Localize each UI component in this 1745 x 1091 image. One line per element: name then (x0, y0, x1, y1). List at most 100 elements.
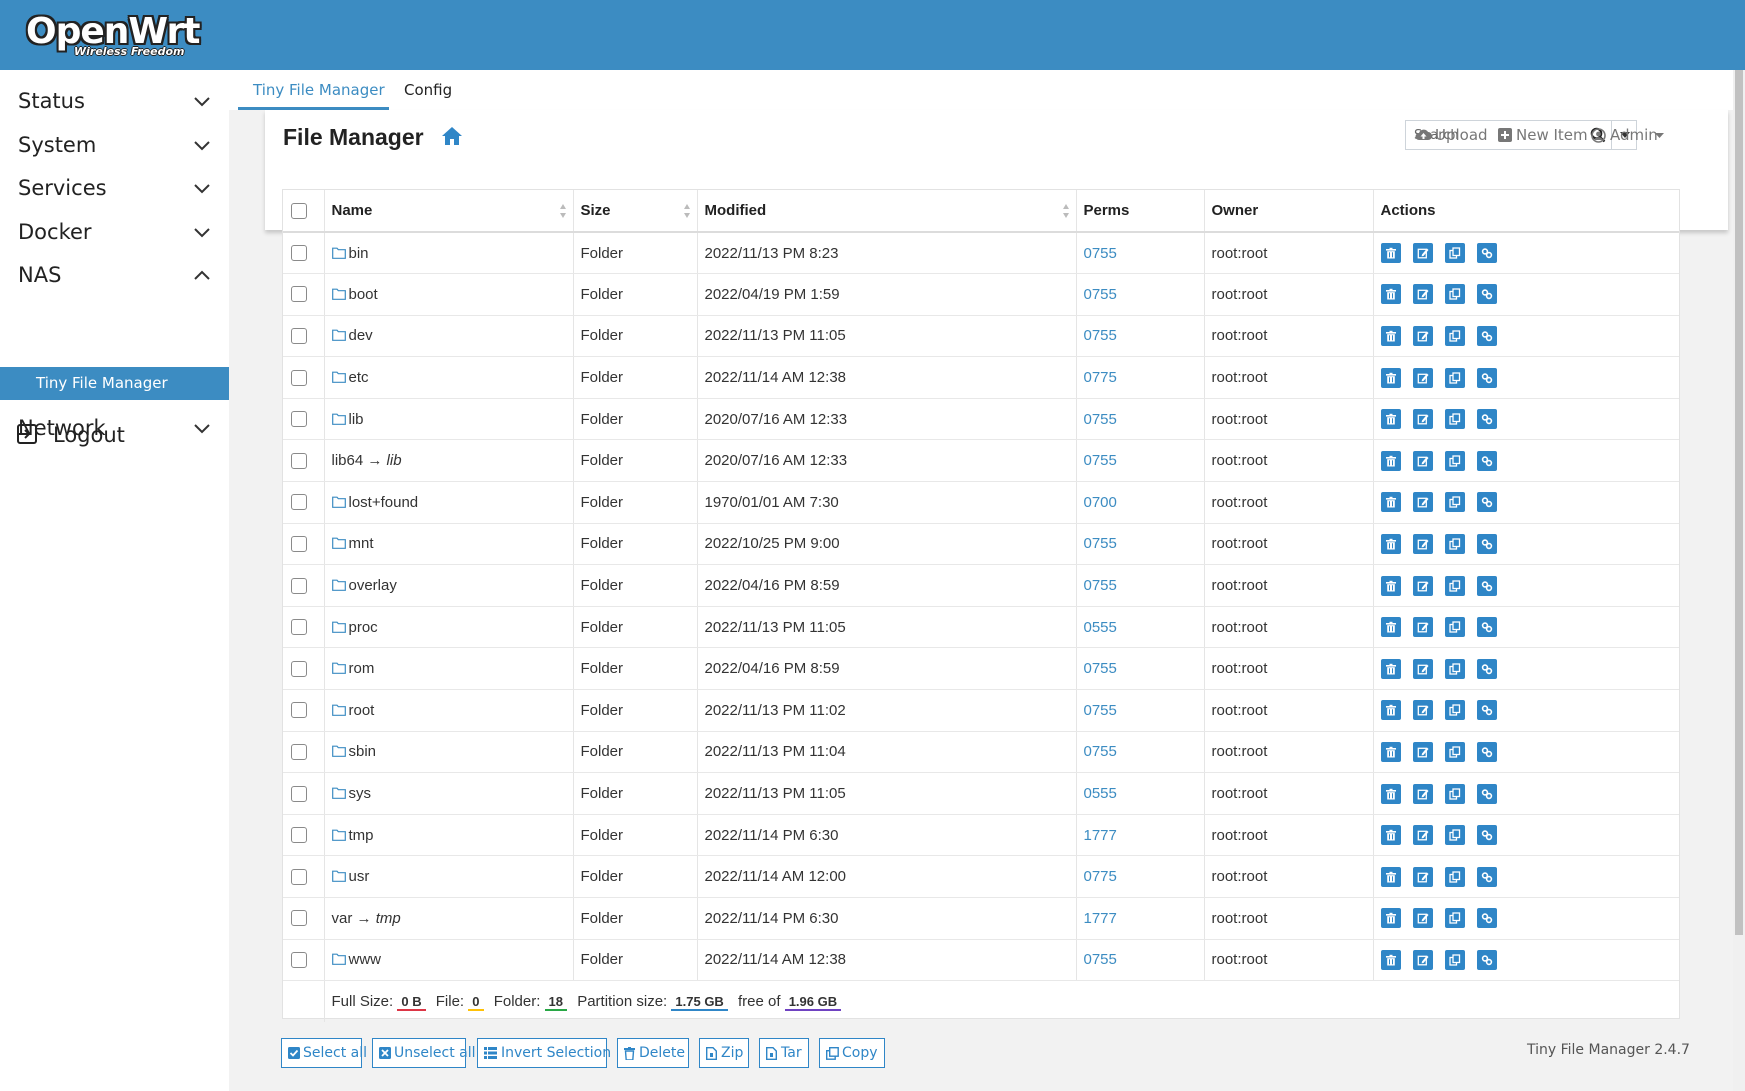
perms-link[interactable]: 0755 (1084, 535, 1117, 552)
file-name[interactable]: bin (349, 245, 369, 262)
table-row[interactable]: var → tmp Folder 2022/11/14 PM 6:30 1777 roo… (283, 897, 1679, 940)
perms-link[interactable]: 0755 (1084, 577, 1117, 594)
delete-action-button[interactable] (1380, 575, 1401, 596)
delete-action-button[interactable] (1380, 949, 1401, 970)
perms-link[interactable]: 0755 (1084, 286, 1117, 303)
sidebar-subitem-tiny-file-manager[interactable]: Tiny File Manager (0, 367, 229, 400)
copy-action-button[interactable] (1444, 783, 1465, 804)
file-name[interactable]: lib64 (332, 452, 364, 469)
perms-link[interactable]: 0755 (1084, 245, 1117, 262)
tab-config[interactable]: Config (396, 70, 466, 110)
link-action-button[interactable] (1476, 533, 1497, 554)
delete-action-button[interactable] (1380, 825, 1401, 846)
rename-action-button[interactable] (1412, 243, 1433, 264)
rename-action-button[interactable] (1412, 825, 1433, 846)
copy-action-button[interactable] (1444, 325, 1465, 346)
perms-link[interactable]: 0775 (1084, 868, 1117, 885)
rename-action-button[interactable] (1412, 949, 1433, 970)
perms-link[interactable]: 0755 (1084, 411, 1117, 428)
copy-action-button[interactable] (1444, 908, 1465, 929)
perms-link[interactable]: 0755 (1084, 327, 1117, 344)
rename-action-button[interactable] (1412, 575, 1433, 596)
rename-action-button[interactable] (1412, 284, 1433, 305)
copy-action-button[interactable] (1444, 575, 1465, 596)
column-header-name[interactable]: Name (324, 190, 574, 233)
rename-action-button[interactable] (1412, 325, 1433, 346)
perms-link[interactable]: 1777 (1084, 910, 1117, 927)
copy-action-button[interactable] (1444, 741, 1465, 762)
page-scrollbar[interactable] (1733, 70, 1745, 1091)
delete-action-button[interactable] (1380, 367, 1401, 388)
sidebar-item-services[interactable]: Services (0, 168, 229, 208)
logout-button[interactable]: Logout (16, 419, 176, 453)
rename-action-button[interactable] (1412, 783, 1433, 804)
perms-link[interactable]: 0700 (1084, 494, 1117, 511)
table-row[interactable]: tmp Folder 2022/11/14 PM 6:30 1777 root:root (283, 814, 1679, 857)
row-checkbox[interactable] (291, 868, 307, 885)
copy-action-button[interactable] (1444, 949, 1465, 970)
row-checkbox[interactable] (291, 286, 307, 303)
sidebar-item-nas[interactable]: NAS (0, 255, 229, 295)
row-checkbox[interactable] (291, 577, 307, 594)
delete-action-button[interactable] (1380, 325, 1401, 346)
table-row[interactable]: proc Folder 2022/11/13 PM 11:05 0555 root:ro… (283, 606, 1679, 649)
row-checkbox[interactable] (291, 619, 307, 636)
home-icon[interactable] (441, 126, 463, 146)
copy-button[interactable]: Copy (819, 1038, 885, 1068)
perms-link[interactable]: 0555 (1084, 619, 1117, 636)
openwrt-logo[interactable]: OpenWrt Wireless Freedom (26, 12, 206, 62)
unselect-all-button[interactable]: Unselect all (372, 1038, 476, 1068)
row-checkbox[interactable] (291, 245, 307, 262)
file-name[interactable]: dev (349, 327, 373, 344)
table-row[interactable]: sbin Folder 2022/11/13 PM 11:04 0755 root:ro… (283, 731, 1679, 774)
table-row[interactable]: etc Folder 2022/11/14 AM 12:38 0775 root:roo… (283, 356, 1679, 399)
column-header-modified[interactable]: Modified (697, 190, 1077, 233)
perms-link[interactable]: 0755 (1084, 951, 1117, 968)
delete-action-button[interactable] (1380, 533, 1401, 554)
rename-action-button[interactable] (1412, 409, 1433, 430)
select-all-button[interactable]: Select all (281, 1038, 367, 1068)
table-row[interactable]: bin Folder 2022/11/13 PM 8:23 0755 root:root (283, 232, 1679, 275)
file-name[interactable]: sbin (349, 743, 377, 760)
perms-link[interactable]: 0555 (1084, 785, 1117, 802)
file-name[interactable]: etc (349, 369, 369, 386)
tar-button[interactable]: Tar (759, 1038, 809, 1068)
delete-action-button[interactable] (1380, 492, 1401, 513)
delete-action-button[interactable] (1380, 617, 1401, 638)
rename-action-button[interactable] (1412, 658, 1433, 679)
delete-action-button[interactable] (1380, 450, 1401, 471)
table-row[interactable]: mnt Folder 2022/10/25 PM 9:00 0755 root:root (283, 523, 1679, 566)
copy-action-button[interactable] (1444, 658, 1465, 679)
perms-link[interactable]: 0755 (1084, 452, 1117, 469)
table-row[interactable]: lost+found Folder 1970/01/01 AM 7:30 0700 ro… (283, 481, 1679, 524)
table-row[interactable]: root Folder 2022/11/13 PM 11:02 0755 root:ro… (283, 689, 1679, 732)
admin-menu[interactable]: Admin (1591, 125, 1671, 147)
sidebar-item-docker[interactable]: Docker (0, 212, 229, 252)
copy-action-button[interactable] (1444, 450, 1465, 471)
select-all-checkbox[interactable] (291, 202, 307, 219)
rename-action-button[interactable] (1412, 450, 1433, 471)
rename-action-button[interactable] (1412, 741, 1433, 762)
copy-action-button[interactable] (1444, 243, 1465, 264)
table-row[interactable]: lib Folder 2020/07/16 AM 12:33 0755 root:roo… (283, 398, 1679, 441)
file-name[interactable]: proc (349, 619, 378, 636)
file-name[interactable]: tmp (349, 827, 374, 844)
table-row[interactable]: usr Folder 2022/11/14 AM 12:00 0775 root:roo… (283, 855, 1679, 898)
row-checkbox[interactable] (291, 494, 307, 511)
delete-action-button[interactable] (1380, 700, 1401, 721)
file-name[interactable]: lost+found (349, 494, 419, 511)
link-action-button[interactable] (1476, 575, 1497, 596)
rename-action-button[interactable] (1412, 908, 1433, 929)
column-header-size[interactable]: Size (573, 190, 698, 233)
zip-button[interactable]: Zip (699, 1038, 749, 1068)
sidebar-item-status[interactable]: Status (0, 81, 229, 121)
sidebar-item-system[interactable]: System (0, 125, 229, 165)
link-action-button[interactable] (1476, 825, 1497, 846)
table-row[interactable]: www Folder 2022/11/14 AM 12:38 0755 root:roo… (283, 939, 1679, 982)
row-checkbox[interactable] (291, 785, 307, 802)
rename-action-button[interactable] (1412, 533, 1433, 554)
table-row[interactable]: dev Folder 2022/11/13 PM 11:05 0755 root:roo… (283, 315, 1679, 358)
rename-action-button[interactable] (1412, 492, 1433, 513)
rename-action-button[interactable] (1412, 700, 1433, 721)
row-checkbox[interactable] (291, 369, 307, 386)
